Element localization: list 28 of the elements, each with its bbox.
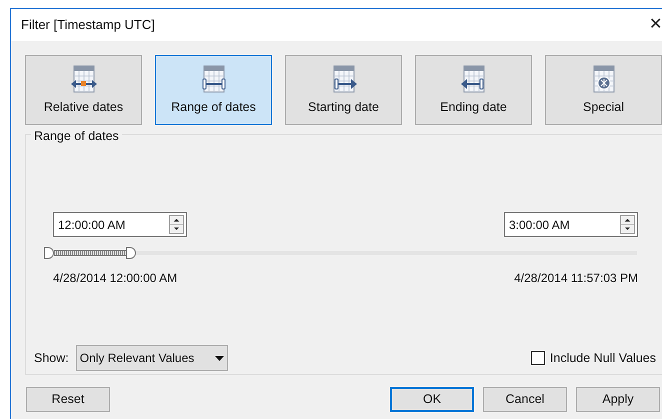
- dialog-button[interactable]: OK: [390, 387, 474, 412]
- time-field[interactable]: 3:00:00 AM: [504, 212, 638, 237]
- filter-mode-button[interactable]: Ending date: [415, 55, 532, 125]
- down-arrow-icon: [621, 224, 634, 233]
- window-title: Filter [Timestamp UTC]: [21, 16, 155, 34]
- spin-buttons[interactable]: [620, 215, 635, 234]
- max-date-label: 4/28/2014 11:57:03 PM: [514, 270, 638, 287]
- show-dropdown[interactable]: Only Relevant Values: [76, 345, 228, 371]
- slider-handle[interactable]: [126, 247, 136, 259]
- down-arrow-icon: [170, 224, 183, 233]
- show-label: Show:: [34, 350, 69, 367]
- min-date-label: 4/28/2014 12:00:00 AM: [53, 270, 178, 287]
- filter-mode-button[interactable]: Relative dates: [25, 55, 142, 125]
- filter-mode-button[interactable]: Range of dates: [155, 55, 272, 125]
- dialog-button[interactable]: Cancel: [483, 387, 567, 412]
- dialog-button[interactable]: Apply: [576, 387, 660, 412]
- filter-mode-button[interactable]: Special: [545, 55, 662, 125]
- include-null-checkbox[interactable]: [530, 351, 545, 365]
- close-button[interactable]: ✕: [649, 17, 662, 33]
- time-field[interactable]: 12:00:00 AM: [53, 212, 187, 237]
- dropdown-caret-icon: [214, 356, 224, 360]
- slider-handle[interactable]: [44, 247, 54, 259]
- spin-buttons[interactable]: [169, 215, 184, 234]
- time-value: 12:00:00 AM: [58, 216, 126, 234]
- time-value: 3:00:00 AM: [509, 216, 571, 234]
- filter-mode-button[interactable]: Starting date: [285, 55, 402, 125]
- include-null-label: Include Null Values: [550, 350, 656, 367]
- dialog-button[interactable]: Reset: [26, 387, 110, 412]
